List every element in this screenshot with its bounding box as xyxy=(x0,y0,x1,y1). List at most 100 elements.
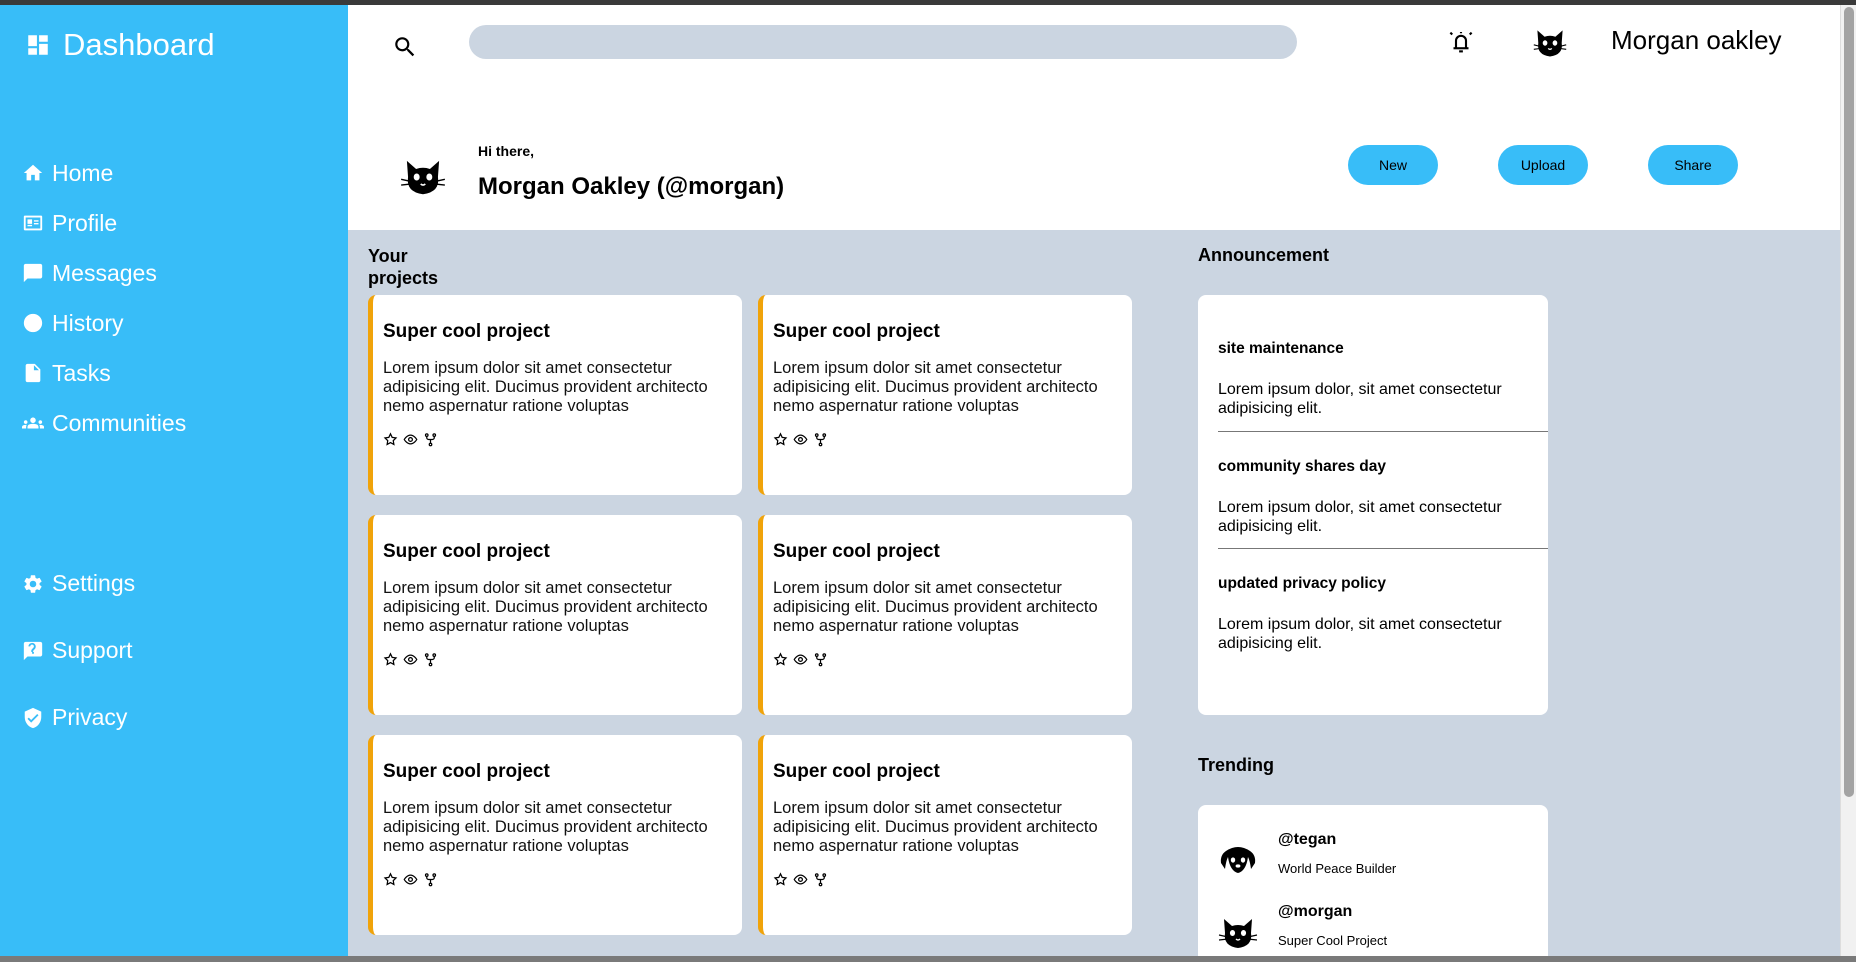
fork-icon[interactable] xyxy=(423,872,438,887)
eye-icon[interactable] xyxy=(403,652,418,667)
sidebar-item-label: Profile xyxy=(52,209,118,236)
fork-icon[interactable] xyxy=(423,652,438,667)
sidebar-item-label: Home xyxy=(52,159,114,186)
sidebar-item-home[interactable]: Home xyxy=(22,148,186,198)
project-actions xyxy=(383,432,730,447)
announcement-item-body: Lorem ipsum dolor, sit amet consectetur … xyxy=(1218,499,1502,535)
fork-icon[interactable] xyxy=(813,652,828,667)
announcement-item[interactable]: updated privacy policy Lorem ipsum dolor… xyxy=(1218,575,1528,653)
user-name[interactable]: Morgan oakley xyxy=(1611,25,1782,56)
project-title: Super cool project xyxy=(773,541,940,562)
trending-handle: @tegan xyxy=(1278,831,1337,848)
sidebar-item-privacy[interactable]: Privacy xyxy=(22,684,135,751)
star-icon[interactable] xyxy=(383,432,398,447)
projects-title: Your projects xyxy=(368,245,438,289)
sidebar-item-support[interactable]: Support xyxy=(22,617,135,684)
vertical-scrollbar[interactable] xyxy=(1840,5,1856,956)
sidebar-item-label: Communities xyxy=(52,409,187,436)
share-button[interactable]: Share xyxy=(1648,145,1738,185)
home-icon xyxy=(23,164,43,181)
announcement-title: Announcement xyxy=(1198,245,1330,265)
project-card[interactable]: Super cool project Lorem ipsum dolor sit… xyxy=(758,295,1132,495)
sidebar-item-history[interactable]: History xyxy=(22,298,186,348)
announcement-item-body: Lorem ipsum dolor, sit amet consectetur … xyxy=(1218,616,1502,652)
document-icon xyxy=(25,363,41,383)
project-description: Lorem ipsum dolor sit amet consectetur a… xyxy=(773,359,1098,415)
id-card-icon xyxy=(23,215,43,231)
sidebar-item-label: Settings xyxy=(52,570,136,596)
eye-icon[interactable] xyxy=(403,432,418,447)
project-actions xyxy=(773,432,1120,447)
trending-subtitle: Super Cool Project xyxy=(1278,933,1388,948)
trending-panel: @tegan World Peace Builder @morgan Super… xyxy=(1198,805,1548,956)
project-title: Super cool project xyxy=(383,761,550,782)
fork-icon[interactable] xyxy=(813,872,828,887)
trending-item[interactable]: @morgan Super Cool Project xyxy=(1218,903,1387,953)
bell-ringing-icon[interactable] xyxy=(1446,27,1476,57)
announcement-item[interactable]: site maintenance Lorem ipsum dolor, sit … xyxy=(1218,340,1528,418)
announcement-panel: site maintenance Lorem ipsum dolor, sit … xyxy=(1198,295,1548,715)
announcement-item-title: site maintenance xyxy=(1218,340,1344,357)
greeting-section: Hi there, Morgan Oakley (@morgan) New Up… xyxy=(348,90,1840,230)
cat-avatar-icon xyxy=(1218,919,1258,948)
trending-item[interactable]: @tegan World Peace Builder xyxy=(1218,831,1396,881)
brand[interactable]: Dashboard xyxy=(25,27,215,63)
project-description: Lorem ipsum dolor sit amet consectetur a… xyxy=(773,579,1098,635)
fork-icon[interactable] xyxy=(813,432,828,447)
divider xyxy=(1218,548,1548,549)
trending-handle: @morgan xyxy=(1278,903,1353,920)
project-card[interactable]: Super cool project Lorem ipsum dolor sit… xyxy=(758,735,1132,935)
people-icon xyxy=(22,417,44,429)
project-card[interactable]: Super cool project Lorem ipsum dolor sit… xyxy=(368,295,742,495)
help-bubble-icon xyxy=(23,641,43,660)
dashboard-icon xyxy=(28,35,48,55)
project-card[interactable]: Super cool project Lorem ipsum dolor sit… xyxy=(758,515,1132,715)
horizontal-scrollbar[interactable] xyxy=(0,956,1856,962)
sidebar-item-label: Messages xyxy=(52,259,157,286)
announcement-item[interactable]: community shares day Lorem ipsum dolor, … xyxy=(1218,458,1528,536)
sidebar-item-tasks[interactable]: Tasks xyxy=(22,348,186,398)
star-icon[interactable] xyxy=(773,432,788,447)
project-title: Super cool project xyxy=(773,761,940,782)
project-title: Super cool project xyxy=(773,321,940,342)
project-description: Lorem ipsum dolor sit amet consectetur a… xyxy=(383,799,708,855)
gear-icon xyxy=(24,574,42,593)
sidebar-item-communities[interactable]: Communities xyxy=(22,398,186,448)
cat-avatar-icon[interactable] xyxy=(1532,25,1568,61)
clock-icon xyxy=(23,313,43,333)
sidebar-item-profile[interactable]: Profile xyxy=(22,198,186,248)
eye-icon[interactable] xyxy=(793,872,808,887)
app-window: Dashboard Home Profile Messages History … xyxy=(0,5,1840,956)
project-description: Lorem ipsum dolor sit amet consectetur a… xyxy=(383,359,708,415)
announcement-item-title: community shares day xyxy=(1218,458,1386,475)
sidebar-item-label: Privacy xyxy=(52,704,128,730)
projects-title-line: projects xyxy=(368,268,439,288)
project-card[interactable]: Super cool project Lorem ipsum dolor sit… xyxy=(368,515,742,715)
trending-subtitle: World Peace Builder xyxy=(1278,861,1397,876)
star-icon[interactable] xyxy=(773,872,788,887)
eye-icon[interactable] xyxy=(793,652,808,667)
eye-icon[interactable] xyxy=(793,432,808,447)
sidebar: Dashboard Home Profile Messages History … xyxy=(0,5,348,956)
announcement-item-title: updated privacy policy xyxy=(1218,575,1386,592)
star-icon[interactable] xyxy=(773,652,788,667)
project-actions xyxy=(383,652,730,667)
eye-icon[interactable] xyxy=(403,872,418,887)
scrollbar-thumb[interactable] xyxy=(1844,7,1854,797)
star-icon[interactable] xyxy=(383,652,398,667)
divider xyxy=(1218,431,1548,432)
greeting-name: Morgan Oakley (@morgan) xyxy=(478,173,785,200)
sidebar-item-settings[interactable]: Settings xyxy=(22,550,135,617)
new-button[interactable]: New xyxy=(1348,145,1438,185)
sidebar-item-messages[interactable]: Messages xyxy=(22,248,186,298)
upload-button[interactable]: Upload xyxy=(1498,145,1588,185)
search-icon[interactable] xyxy=(392,34,418,60)
fork-icon[interactable] xyxy=(423,432,438,447)
project-card[interactable]: Super cool project Lorem ipsum dolor sit… xyxy=(368,735,742,935)
project-description: Lorem ipsum dolor sit amet consectetur a… xyxy=(383,579,708,635)
trending-title: Trending xyxy=(1198,755,1274,775)
search-input[interactable] xyxy=(469,25,1297,59)
topbar: Morgan oakley xyxy=(348,5,1840,90)
star-icon[interactable] xyxy=(383,872,398,887)
sidebar-bottom-nav: Settings Support Privacy xyxy=(22,550,135,751)
